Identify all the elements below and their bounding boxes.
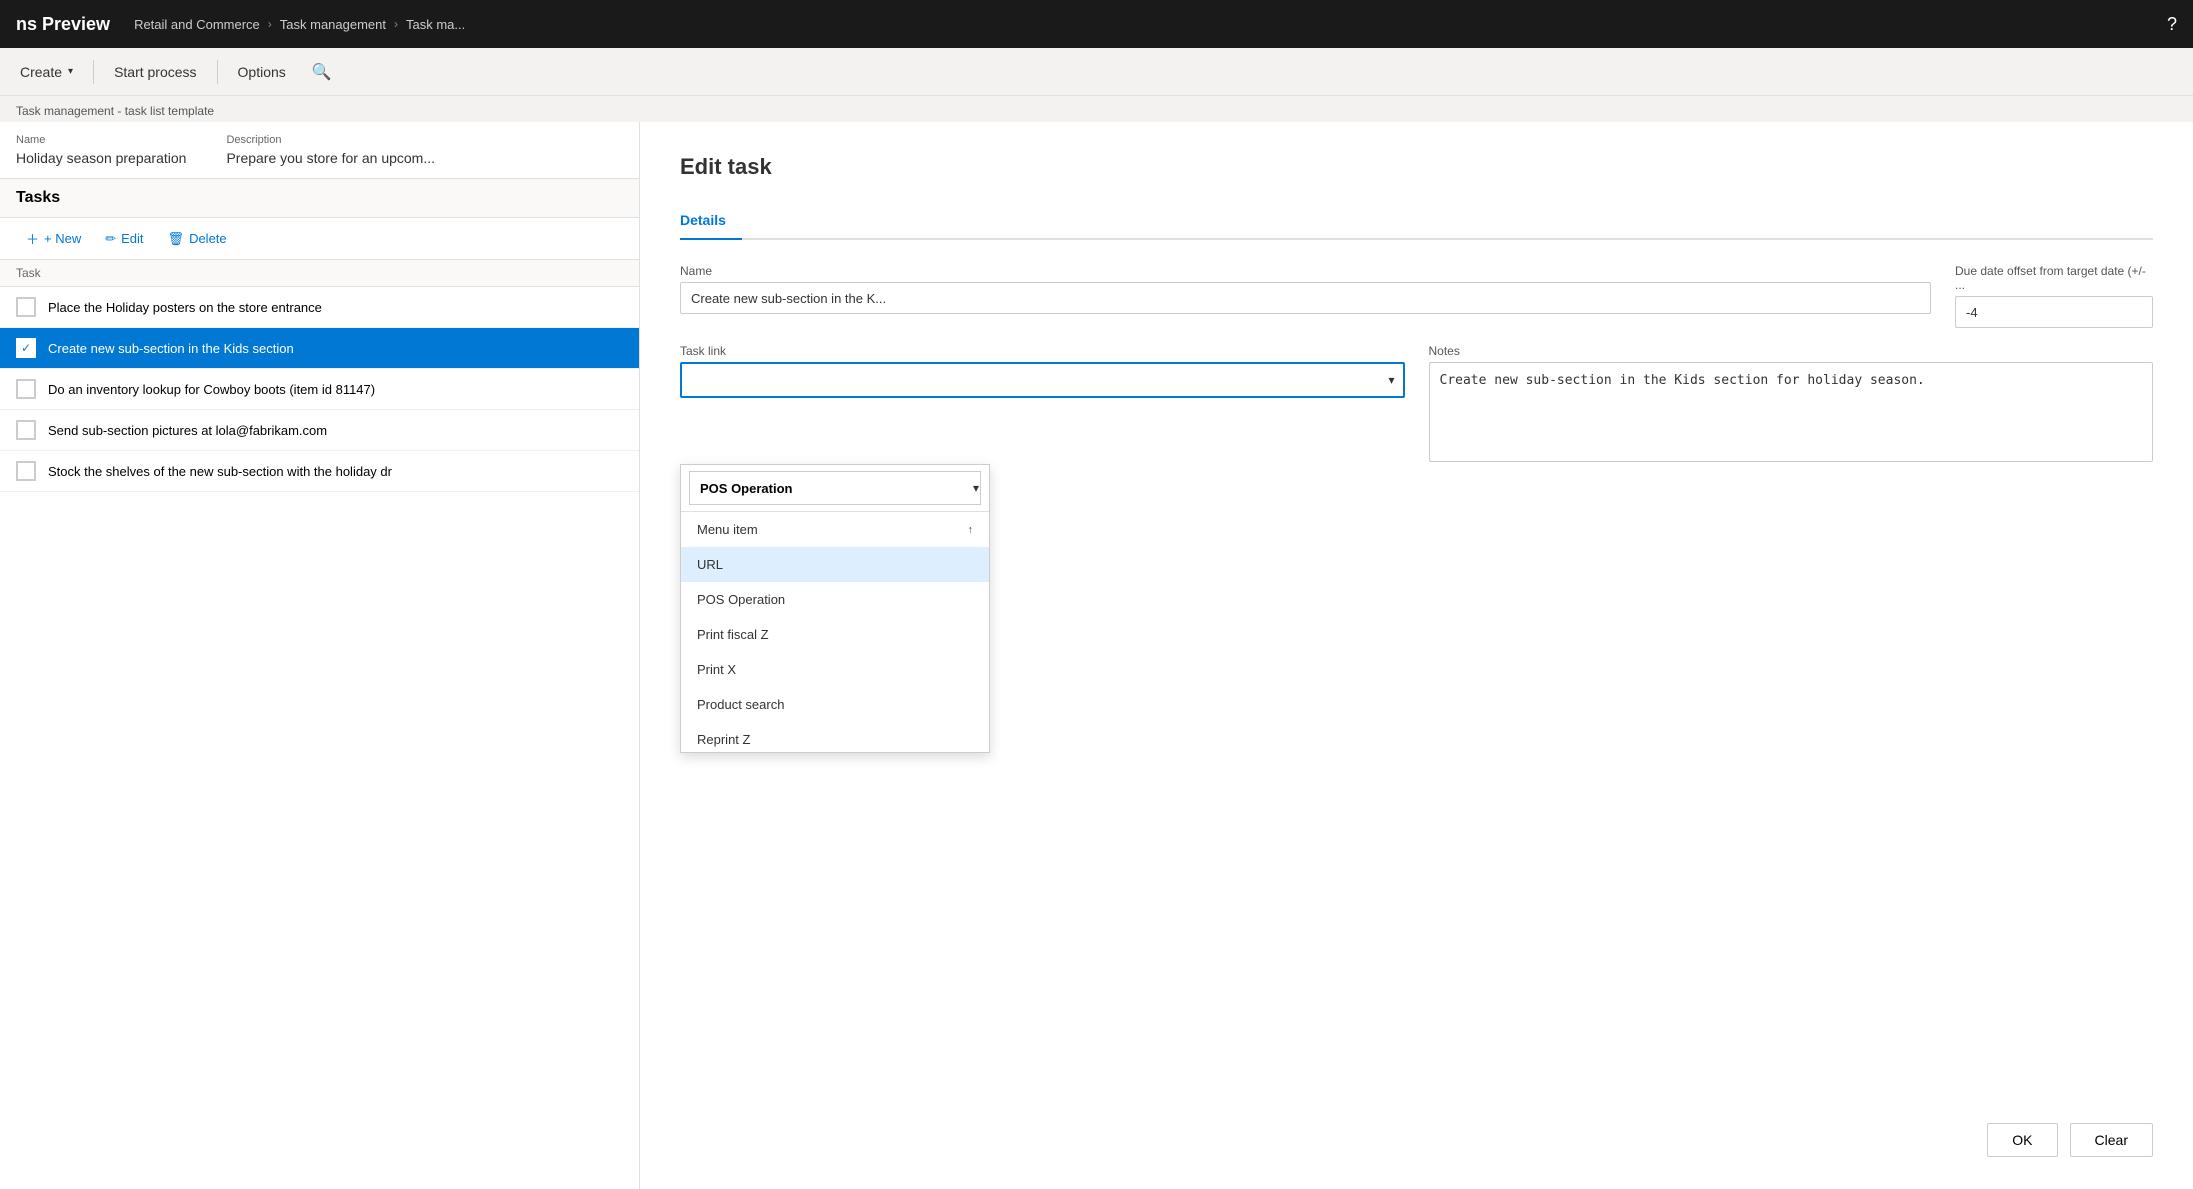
task-checkbox-4[interactable] — [16, 420, 36, 440]
top-nav: ns Preview Retail and Commerce › Task ma… — [0, 0, 2193, 48]
record-fields: Name Holiday season preparation Descript… — [16, 134, 623, 166]
tasks-toolbar: ＋ + New ✏ Edit 🗑 Delete — [0, 218, 639, 260]
task-checkbox-1[interactable] — [16, 297, 36, 317]
breadcrumb-item-2[interactable]: Task management — [280, 17, 386, 32]
dropdown-item-print-x[interactable]: Print X — [681, 652, 989, 687]
dropdown-item-reprint-z[interactable]: Reprint Z — [681, 722, 989, 752]
edit-task-button[interactable]: ✏ Edit — [95, 226, 153, 252]
dropdown-item-label: Print fiscal Z — [697, 627, 769, 642]
ok-button[interactable]: OK — [1987, 1123, 2057, 1157]
app-title: ns Preview — [16, 14, 110, 35]
edit-task-title: Edit task — [680, 154, 2153, 180]
name-field-group: Name Holiday season preparation — [16, 134, 186, 166]
record-info: Name Holiday season preparation Descript… — [0, 122, 639, 179]
delete-icon: 🗑 — [168, 231, 185, 247]
edit-icon: ✏ — [105, 231, 116, 247]
task-row[interactable]: Send sub-section pictures at lola@fabrik… — [0, 410, 639, 451]
dropdown-item-label: POS Operation — [697, 592, 785, 607]
options-button[interactable]: Options — [226, 58, 298, 86]
breadcrumb-sep-2: › — [394, 17, 398, 31]
toolbar-separator-2 — [217, 60, 218, 84]
new-icon: ＋ — [26, 229, 39, 248]
name-form-label: Name — [680, 264, 1931, 278]
right-panel: Edit task Details Name Due date offset f… — [640, 122, 2193, 1189]
tasks-section-title: Tasks — [0, 179, 639, 218]
task-link-label: Task link — [680, 344, 1405, 358]
task-row[interactable]: Do an inventory lookup for Cowboy boots … — [0, 369, 639, 410]
create-button[interactable]: Create — [8, 58, 85, 86]
name-value: Holiday season preparation — [16, 150, 186, 166]
breadcrumb-item-1[interactable]: Retail and Commerce — [134, 17, 260, 32]
left-panel: Name Holiday season preparation Descript… — [0, 122, 640, 1189]
task-row[interactable]: ✓ Create new sub-section in the Kids sec… — [0, 328, 639, 369]
task-checkbox-2[interactable]: ✓ — [16, 338, 36, 358]
top-nav-right: ? — [2167, 14, 2177, 35]
dropdown-item-pos-operation[interactable]: POS Operation — [681, 582, 989, 617]
task-text-3: Do an inventory lookup for Cowboy boots … — [48, 382, 375, 397]
task-list: Place the Holiday posters on the store e… — [0, 287, 639, 1189]
dropdown-items: Menu item ↑ URL POS Operation Print fisc… — [681, 512, 989, 752]
name-input[interactable] — [680, 282, 1931, 314]
dropdown-item-menu-item[interactable]: Menu item ↑ — [681, 512, 989, 547]
dropdown-item-url[interactable]: URL — [681, 547, 989, 582]
tab-details[interactable]: Details — [680, 204, 742, 240]
task-link-form-group: Task link ▾ POS Operation ▾ — [680, 344, 1405, 462]
task-text-4: Send sub-section pictures at lola@fabrik… — [48, 423, 327, 438]
clear-button[interactable]: Clear — [2070, 1123, 2153, 1157]
dropdown-subselect[interactable]: POS Operation — [689, 471, 981, 505]
help-icon[interactable]: ? — [2167, 14, 2177, 35]
dropdown-item-product-search[interactable]: Product search — [681, 687, 989, 722]
task-row[interactable]: Stock the shelves of the new sub-section… — [0, 451, 639, 492]
up-arrow-icon: ↑ — [968, 524, 974, 536]
due-date-input[interactable] — [1955, 296, 2153, 328]
name-form-group: Name — [680, 264, 1931, 328]
checkmark-icon: ✓ — [21, 341, 31, 355]
dropdown-item-label: Print X — [697, 662, 736, 677]
notes-form-group: Notes Create new sub-section in the Kids… — [1429, 344, 2154, 462]
dropdown-item-label: Product search — [697, 697, 784, 712]
task-link-select-wrapper: ▾ — [680, 362, 1405, 398]
page-subtitle: Task management - task list template — [16, 104, 214, 118]
dropdown-container: POS Operation ▾ Menu item ↑ URL — [680, 464, 990, 753]
new-task-button[interactable]: ＋ + New — [16, 224, 91, 253]
dropdown-item-label: Menu item — [697, 522, 758, 537]
delete-task-button[interactable]: 🗑 Delete — [158, 226, 237, 252]
bottom-actions: OK Clear — [1987, 1123, 2153, 1157]
task-list-header: Task — [0, 260, 639, 287]
tabs: Details — [680, 204, 2153, 240]
description-value: Prepare you store for an upcom... — [226, 150, 435, 166]
due-date-label: Due date offset from target date (+/- ..… — [1955, 264, 2153, 292]
task-checkbox-3[interactable] — [16, 379, 36, 399]
task-checkbox-5[interactable] — [16, 461, 36, 481]
breadcrumb: Retail and Commerce › Task management › … — [134, 17, 465, 32]
description-label: Description — [226, 134, 435, 146]
task-row[interactable]: Place the Holiday posters on the store e… — [0, 287, 639, 328]
breadcrumb-sep-1: › — [268, 17, 272, 31]
description-field-group: Description Prepare you store for an upc… — [226, 134, 435, 166]
search-button[interactable]: 🔍 — [302, 56, 342, 88]
task-link-select[interactable] — [680, 362, 1405, 398]
toolbar-separator-1 — [93, 60, 94, 84]
notes-label: Notes — [1429, 344, 2154, 358]
form-row-2: Task link ▾ POS Operation ▾ — [680, 344, 2153, 462]
dropdown-subselect-wrapper: POS Operation ▾ — [681, 465, 989, 512]
due-date-form-group: Due date offset from target date (+/- ..… — [1955, 264, 2153, 328]
main-content: Name Holiday season preparation Descript… — [0, 122, 2193, 1189]
breadcrumb-item-3: Task ma... — [406, 17, 465, 32]
task-text-2: Create new sub-section in the Kids secti… — [48, 341, 294, 356]
task-text-1: Place the Holiday posters on the store e… — [48, 300, 322, 315]
notes-textarea[interactable]: Create new sub-section in the Kids secti… — [1429, 362, 2154, 462]
main-toolbar: Create Start process Options 🔍 — [0, 48, 2193, 96]
name-label: Name — [16, 134, 186, 146]
dropdown-item-label: URL — [697, 557, 723, 572]
col-task-label: Task — [16, 266, 41, 280]
dropdown-item-label: Reprint Z — [697, 732, 750, 747]
dropdown-item-print-fiscal-z[interactable]: Print fiscal Z — [681, 617, 989, 652]
task-text-5: Stock the shelves of the new sub-section… — [48, 464, 392, 479]
page-header: Task management - task list template — [0, 96, 2193, 122]
start-process-button[interactable]: Start process — [102, 58, 208, 86]
form-row-1: Name Due date offset from target date (+… — [680, 264, 2153, 328]
